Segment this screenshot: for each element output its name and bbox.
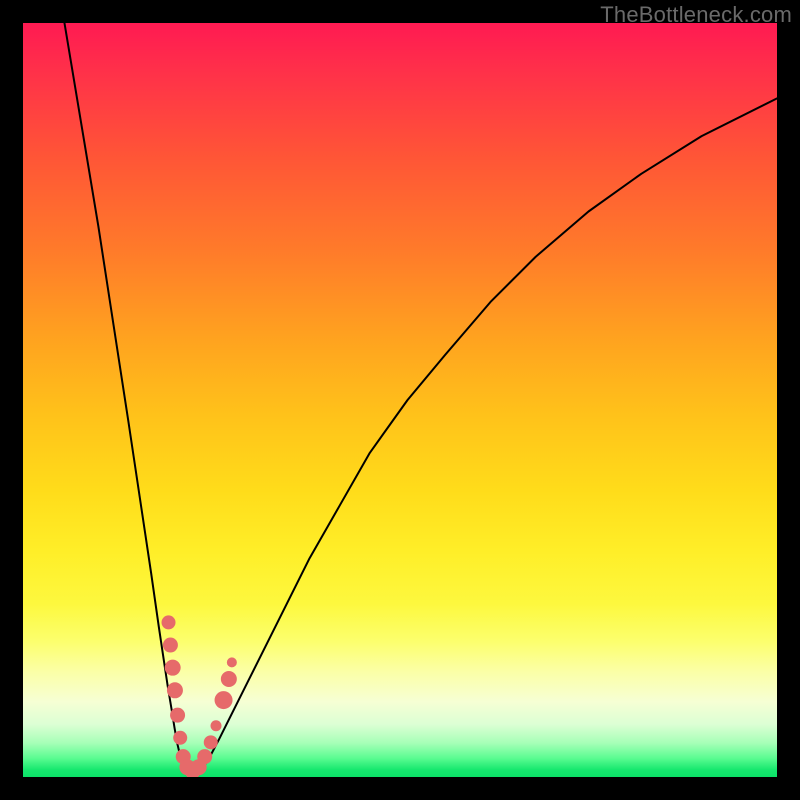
data-marker — [221, 671, 237, 687]
data-marker — [227, 657, 237, 667]
data-marker — [163, 638, 178, 653]
data-marker — [173, 731, 187, 745]
plot-area — [23, 23, 777, 777]
curve-layer — [23, 23, 777, 777]
data-marker — [162, 615, 176, 629]
data-marker — [215, 691, 233, 709]
chart-frame: TheBottleneck.com — [0, 0, 800, 800]
data-marker — [167, 682, 183, 698]
data-marker — [170, 708, 185, 723]
data-marker — [211, 720, 222, 731]
data-marker — [197, 749, 212, 764]
data-marker — [204, 735, 218, 749]
attribution-watermark: TheBottleneck.com — [600, 2, 792, 28]
data-marker — [165, 660, 181, 676]
